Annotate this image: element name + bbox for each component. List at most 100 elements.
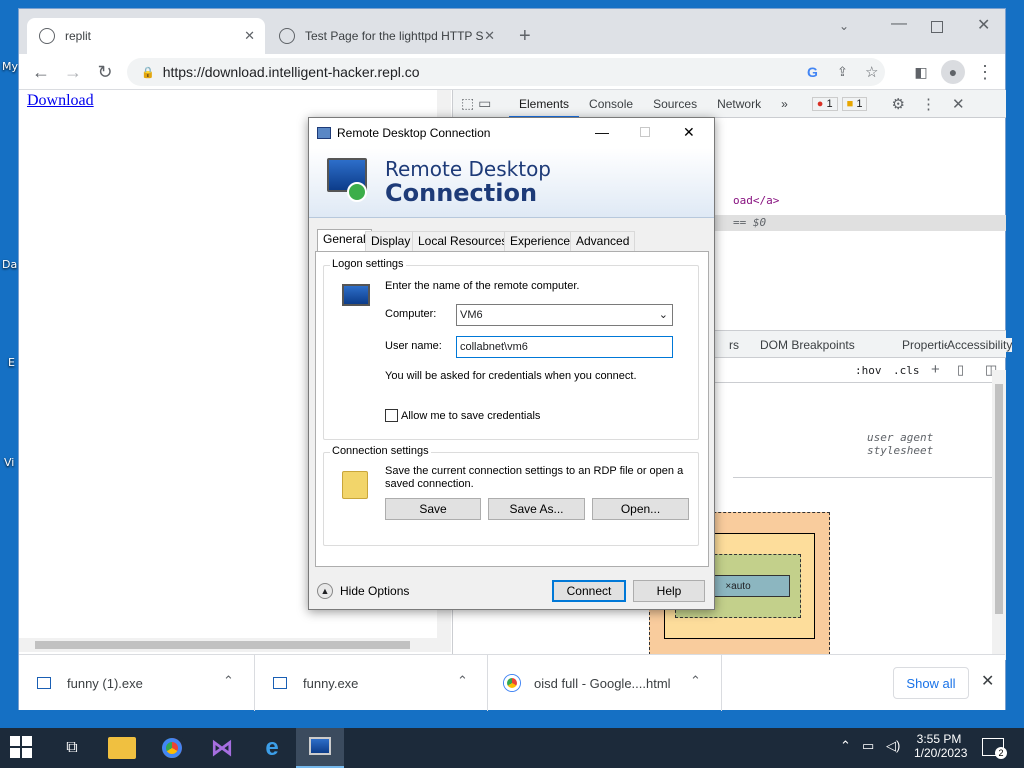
chevron-down-icon[interactable]: ⌄ (659, 308, 668, 321)
google-icon[interactable]: G (807, 64, 818, 80)
connect-button[interactable]: Connect (552, 580, 626, 602)
tab-replit[interactable]: replit ✕ (27, 18, 265, 54)
download-item[interactable]: funny.exe ⌃ (255, 655, 488, 711)
action-center-icon[interactable]: 2 (982, 738, 1007, 759)
download-item[interactable]: funny (1).exe ⌃ (19, 655, 255, 711)
reload-icon[interactable]: ↻ (93, 60, 117, 84)
maximize-button[interactable] (931, 21, 943, 33)
save-as-button[interactable]: Save As... (488, 498, 585, 520)
close-window-button[interactable]: ✕ (977, 15, 990, 35)
desktop-icon-label[interactable]: Vi (4, 456, 14, 469)
download-filename: funny (1).exe (67, 675, 143, 691)
computer-combobox[interactable]: VM6 ⌄ (456, 304, 673, 326)
tab-elements[interactable]: Elements (509, 90, 580, 118)
chevron-up-icon[interactable]: ⌃ (457, 673, 468, 689)
tab-strip: replit ✕ Test Page for the lighttpd HTTP… (19, 9, 1005, 54)
error-count-badge[interactable]: ● 1 (811, 96, 838, 111)
address-bar[interactable]: 🔒 https://download.intelligent-hacker.re… (127, 58, 885, 86)
horizontal-scrollbar[interactable] (19, 638, 451, 652)
start-windows-icon[interactable] (10, 736, 32, 758)
tab-local-resources[interactable]: Local Resources (412, 231, 514, 251)
profile-avatar-icon[interactable]: ● (941, 60, 965, 84)
menu-kebab-icon[interactable]: ⋮ (973, 60, 997, 84)
internet-explorer-icon[interactable]: e (258, 734, 286, 762)
allow-save-credentials-checkbox[interactable] (385, 409, 398, 422)
rdp-taskbar-icon (309, 737, 331, 755)
devtools-menu-icon[interactable]: ⋮ (921, 95, 936, 113)
chevron-up-icon[interactable]: ⌃ (690, 673, 701, 689)
tab-lighttpd[interactable]: Test Page for the lighttpd HTTP S ✕ (267, 18, 505, 54)
file-explorer-icon[interactable] (108, 737, 136, 759)
warning-count-badge[interactable]: ■ 1 (841, 96, 868, 111)
tab-search-icon[interactable]: ⌄ (839, 19, 849, 33)
inspect-icon[interactable]: ⬚ ▭ (453, 95, 509, 112)
clock[interactable]: 3:55 PM 1/20/2023 (914, 732, 967, 760)
close-download-shelf-icon[interactable]: ✕ (981, 671, 994, 691)
open-button[interactable]: Open... (592, 498, 689, 520)
allow-save-credentials-label[interactable]: Allow me to save credentials (401, 410, 540, 422)
desktop-icon-label[interactable]: My (2, 60, 18, 73)
tab-console[interactable]: Console (579, 90, 643, 118)
devtools-close-icon[interactable]: ✕ (952, 95, 965, 113)
chrome-taskbar-icon[interactable] (158, 734, 186, 762)
close-tab-icon[interactable]: ✕ (484, 28, 495, 44)
url-text: https://download.intelligent-hacker.repl… (162, 64, 420, 80)
rdp-titlebar[interactable]: Remote Desktop Connection — ✕ (309, 118, 714, 148)
download-filename: funny.exe (303, 675, 359, 691)
minimize-button[interactable]: — (891, 15, 907, 33)
bookmark-star-icon[interactable]: ☆ (865, 63, 878, 81)
volume-icon[interactable]: ◁) (886, 738, 900, 754)
share-icon[interactable]: ⇪ (837, 64, 848, 80)
settings-gear-icon[interactable]: ⚙ (891, 95, 904, 113)
desktop-icon-label[interactable]: Da (2, 258, 17, 271)
tab-advanced[interactable]: Advanced (570, 231, 636, 251)
side-panel-icon[interactable]: ◧ (909, 60, 933, 84)
rdp-app-icon (317, 127, 331, 139)
show-all-button[interactable]: Show all (893, 667, 969, 699)
tray-overflow-chevron-icon[interactable]: ⌃ (840, 738, 851, 754)
subtab-dom-breakpoints[interactable]: DOM Breakpoints (760, 338, 855, 352)
hide-options-icon[interactable]: ▲ (317, 583, 333, 599)
computer-value: VM6 (460, 309, 483, 321)
desktop-icon-label[interactable]: E (8, 356, 15, 369)
tab-display[interactable]: Display (365, 231, 417, 251)
subtab-partial[interactable]: rs (729, 338, 739, 352)
save-button[interactable]: Save (385, 498, 481, 520)
hide-options-link[interactable]: Hide Options (340, 584, 409, 598)
tab-sources[interactable]: Sources (643, 90, 707, 118)
toolbar: ← → ↻ 🔒 https://download.intelligent-hac… (19, 54, 1005, 90)
help-button[interactable]: Help (633, 580, 705, 602)
tab-title: replit (65, 29, 92, 43)
file-icon (37, 677, 51, 689)
scrollbar-thumb[interactable] (995, 384, 1003, 614)
rdp-close-button[interactable]: ✕ (683, 124, 695, 141)
download-link[interactable]: Download (27, 92, 94, 110)
folder-icon (342, 471, 368, 499)
tab-network[interactable]: Network (707, 90, 771, 118)
rdp-taskbar-button[interactable] (296, 728, 344, 768)
download-item[interactable]: oisd full - Google....html ⌃ (488, 655, 722, 711)
connection-settings-label: Connection settings (330, 445, 431, 457)
rdp-minimize-button[interactable]: — (595, 124, 609, 140)
tab-general[interactable]: General (317, 229, 372, 252)
globe-icon (279, 28, 295, 44)
tab-experience[interactable]: Experience (504, 231, 577, 251)
hov-toggle[interactable]: :hov (855, 364, 882, 377)
task-view-icon[interactable]: ⧉ (58, 734, 86, 762)
network-icon[interactable]: ▭ (862, 738, 874, 754)
new-tab-button[interactable]: + (519, 25, 531, 48)
close-tab-icon[interactable]: ✕ (244, 28, 255, 44)
add-rule-icon[interactable]: + (931, 361, 940, 378)
styles-scrollbar[interactable] (992, 370, 1006, 660)
chevron-up-icon[interactable]: ⌃ (223, 673, 234, 689)
back-icon[interactable]: ← (29, 60, 53, 84)
scrollbar-thumb[interactable] (35, 641, 410, 649)
username-input[interactable]: collabnet\vm6 (456, 336, 673, 358)
color-format-icon[interactable]: ▯ (957, 362, 964, 378)
forward-icon[interactable]: → (61, 60, 85, 84)
subtab-accessibility[interactable]: Accessibility (947, 338, 1013, 352)
cls-toggle[interactable]: .cls (893, 364, 920, 377)
visual-studio-icon[interactable]: ⋈ (208, 734, 236, 762)
tab-title: Test Page for the lighttpd HTTP S (305, 29, 484, 43)
more-tabs-icon[interactable]: » (771, 90, 798, 118)
